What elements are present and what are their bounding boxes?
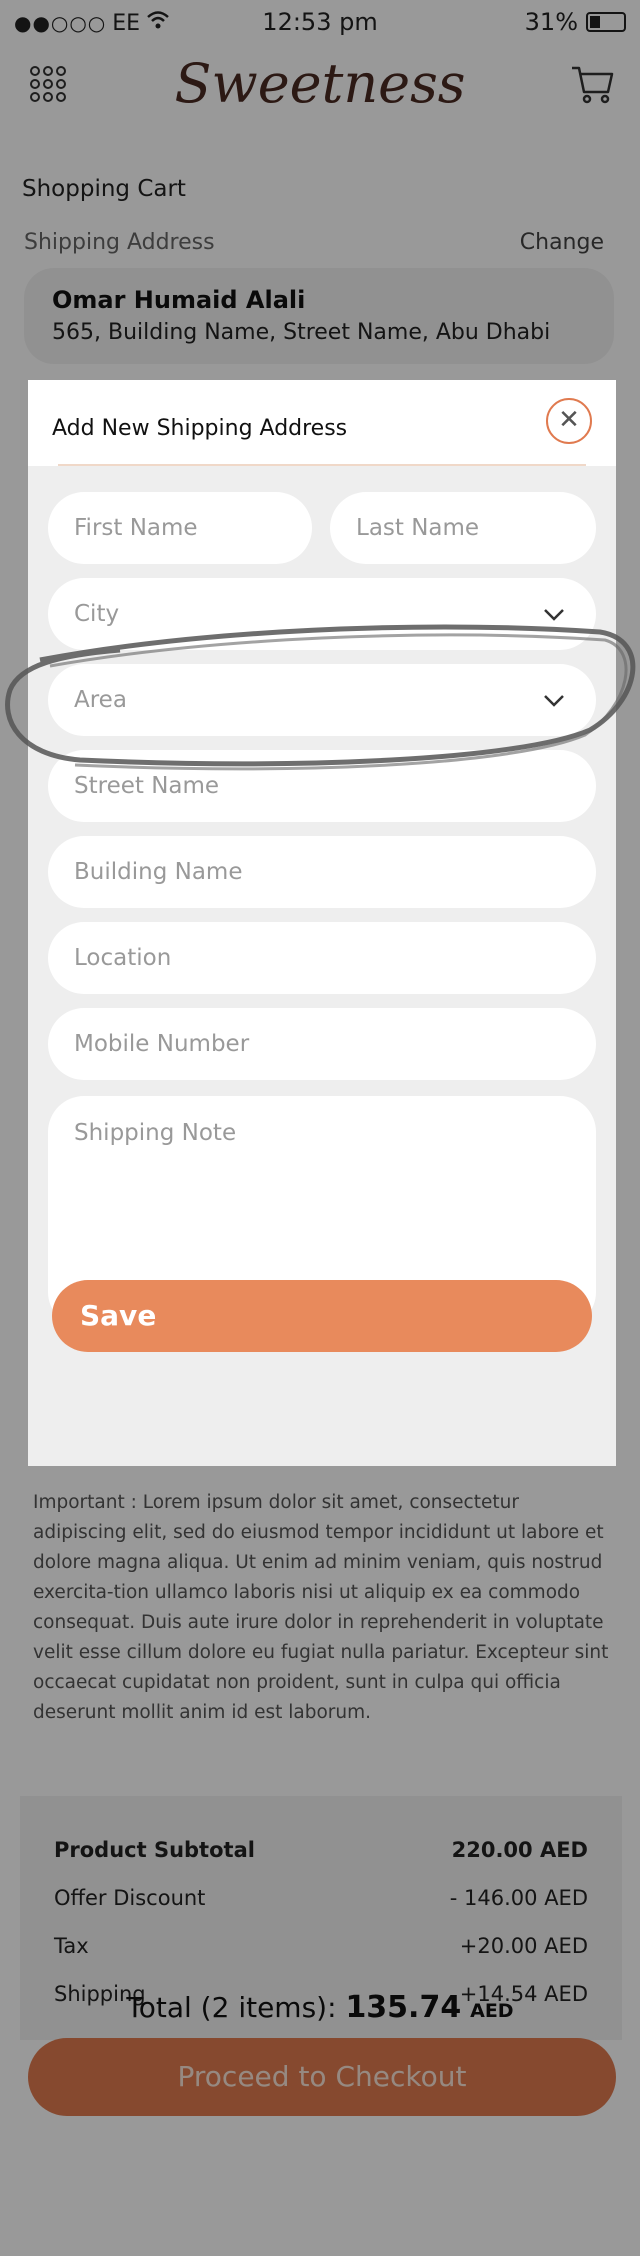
add-address-modal: Add New Shipping Address ✕ First Name La… [28, 380, 616, 1466]
street-placeholder: Street Name [74, 773, 220, 799]
save-button[interactable]: Save [52, 1280, 592, 1352]
first-name-placeholder: First Name [74, 515, 198, 541]
location-placeholder: Location [74, 945, 172, 971]
city-select[interactable]: City [48, 578, 596, 650]
modal-title: Add New Shipping Address [52, 416, 348, 441]
mobile-placeholder: Mobile Number [74, 1031, 250, 1057]
close-icon[interactable]: ✕ [546, 398, 592, 444]
first-name-input[interactable]: First Name [48, 492, 312, 564]
mobile-number-input[interactable]: Mobile Number [48, 1008, 596, 1080]
city-placeholder: City [74, 601, 120, 627]
location-input[interactable]: Location [48, 922, 596, 994]
street-name-input[interactable]: Street Name [48, 750, 596, 822]
last-name-input[interactable]: Last Name [330, 492, 596, 564]
building-name-input[interactable]: Building Name [48, 836, 596, 908]
area-placeholder: Area [74, 687, 127, 713]
note-placeholder: Shipping Note [74, 1120, 237, 1146]
area-select[interactable]: Area [48, 664, 596, 736]
last-name-placeholder: Last Name [356, 515, 480, 541]
building-placeholder: Building Name [74, 859, 243, 885]
